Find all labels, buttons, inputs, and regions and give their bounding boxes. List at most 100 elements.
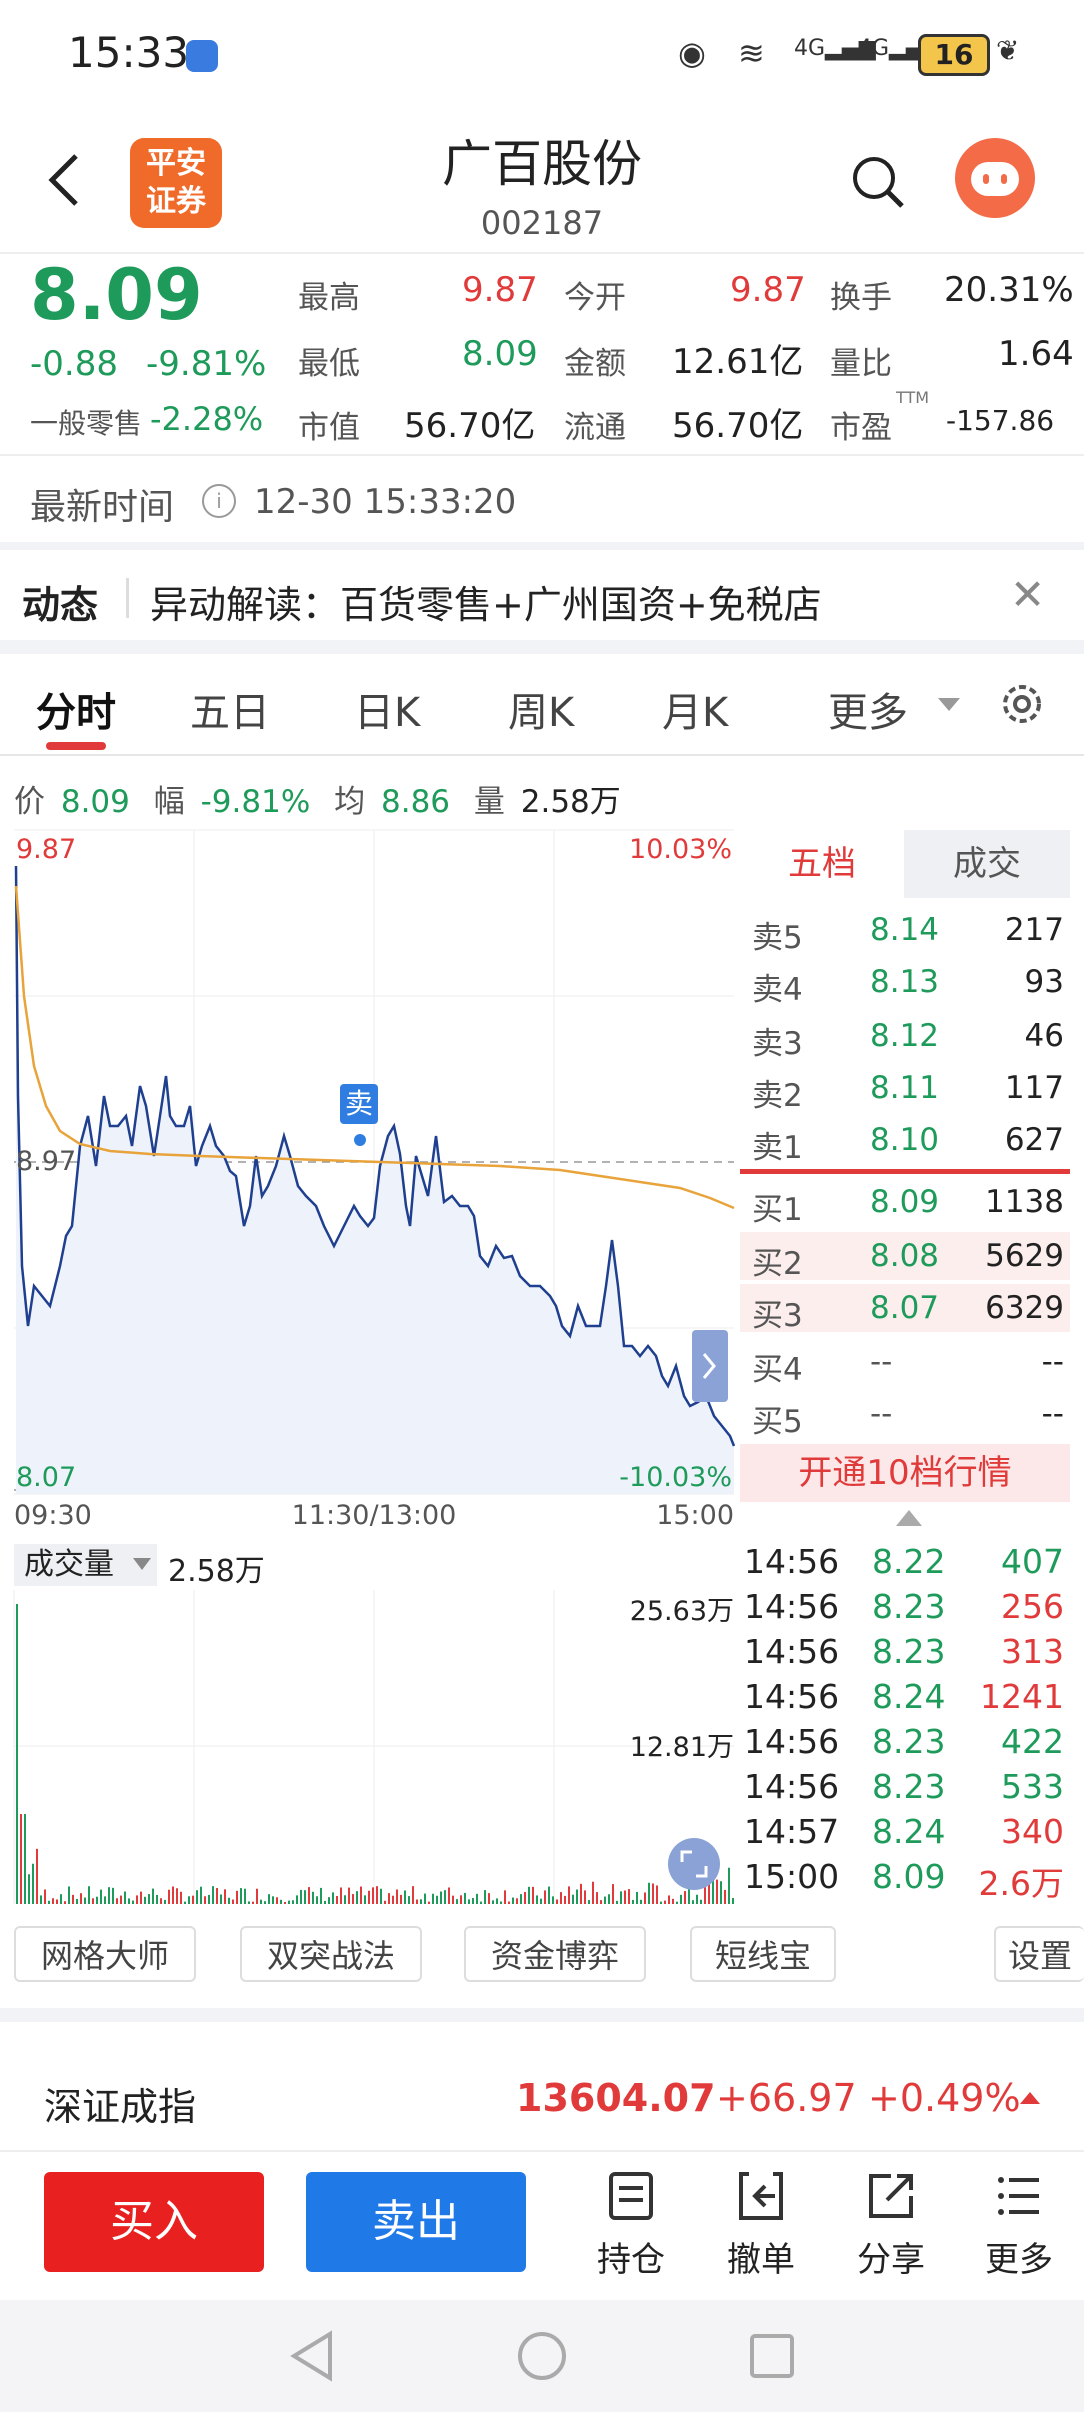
tab-monthly-k[interactable]: 月K: [662, 680, 728, 738]
volume-bar: [600, 1900, 602, 1904]
volume-bar: [536, 1895, 538, 1904]
bid-level-label: 买4: [752, 1352, 803, 1388]
assistant-avatar-icon[interactable]: [955, 138, 1035, 218]
ask-row[interactable]: 卖1 8.10 627: [740, 1116, 1070, 1166]
tick-price: 8.23: [872, 1587, 946, 1626]
turnover-label: 换手: [830, 280, 892, 316]
chevron-up-icon[interactable]: [896, 1510, 922, 1526]
strategy-settings-button[interactable]: 设置: [994, 1926, 1084, 1982]
volume-bar: [364, 1895, 366, 1904]
volume-bar: [680, 1894, 682, 1904]
ask-volume: 93: [1024, 964, 1064, 1000]
buy-button[interactable]: 买入: [44, 2172, 264, 2272]
volume-bar: [344, 1895, 346, 1904]
positions-button[interactable]: 持仓: [576, 2170, 686, 2281]
cancel-order-button[interactable]: 撤单: [706, 2170, 816, 2281]
tab-daily-k[interactable]: 日K: [354, 680, 420, 738]
volume-indicator-select[interactable]: 成交量: [14, 1544, 157, 1586]
ask-price: 8.10: [870, 1122, 940, 1158]
volume-bar: [52, 1898, 54, 1904]
double-breakout-button[interactable]: 双突战法: [240, 1926, 422, 1982]
volume-bar: [392, 1895, 394, 1904]
volume-bar: [440, 1891, 442, 1904]
bid-row[interactable]: 买5 -- --: [740, 1390, 1070, 1440]
sell-button[interactable]: 卖出: [306, 2172, 526, 2272]
more-button[interactable]: 更多: [964, 2170, 1074, 2281]
float-value: 56.70亿: [672, 406, 804, 446]
volume-bar: [632, 1899, 634, 1904]
tab-five-levels[interactable]: 五档: [740, 830, 904, 898]
intraday-price-chart[interactable]: 卖 9.87 10.03% 8.97 8.07 -10.03% 09:30 11…: [0, 826, 740, 1526]
volume-bar: [592, 1881, 594, 1904]
ask-row[interactable]: 卖3 8.12 46: [740, 1012, 1070, 1062]
bid-row[interactable]: 买4 -- --: [740, 1338, 1070, 1388]
tick-price: 8.24: [872, 1677, 946, 1716]
battery-icon: 16: [918, 34, 990, 76]
back-icon[interactable]: [44, 150, 84, 210]
tab-weekly-k[interactable]: 周K: [508, 680, 574, 738]
tick-volume: 422: [1001, 1722, 1064, 1761]
tick-volume: 407: [1001, 1542, 1064, 1581]
volume-bar: [136, 1895, 138, 1904]
volume-bar: [224, 1889, 226, 1904]
tick-price: 8.22: [872, 1542, 946, 1581]
ask-level-label: 卖3: [752, 1026, 803, 1062]
tab-more[interactable]: 更多: [828, 680, 908, 738]
order-book-tabs: 五档 成交: [740, 830, 1070, 898]
info-icon[interactable]: i: [202, 484, 236, 518]
ask-row[interactable]: 卖2 8.11 117: [740, 1064, 1070, 1114]
open-10-level-button[interactable]: 开通10档行情: [740, 1444, 1070, 1502]
grid-master-button[interactable]: 网格大师: [14, 1926, 196, 1982]
nav-recents-icon[interactable]: [748, 2332, 796, 2380]
bid-level-label: 买3: [752, 1298, 803, 1334]
section-separator: [0, 640, 1084, 654]
tick-time: 14:56: [744, 1677, 840, 1716]
volume-bar: [216, 1888, 218, 1904]
volume-bar: [104, 1896, 106, 1904]
share-button[interactable]: 分享: [836, 2170, 946, 2281]
short-term-button[interactable]: 短线宝: [690, 1926, 836, 1982]
volume-bar: [88, 1886, 90, 1904]
fullscreen-icon[interactable]: [668, 1838, 720, 1890]
tab-five-day[interactable]: 五日: [190, 680, 270, 738]
nav-home-icon[interactable]: [516, 2330, 568, 2382]
volume-bar: [24, 1814, 26, 1904]
bid-price: --: [870, 1344, 893, 1380]
news-headline[interactable]: 异动解读：百货零售+广州国资+免税店: [150, 574, 822, 629]
tick-volume: 313: [1001, 1632, 1064, 1671]
open-value: 9.87: [730, 270, 806, 310]
volume-bar: [220, 1894, 222, 1904]
settings-gear-icon[interactable]: [998, 680, 1046, 728]
tick-time: 14:57: [744, 1812, 840, 1851]
info-avg-label: 均: [334, 784, 366, 820]
volume-bar: [472, 1897, 474, 1904]
ask-row[interactable]: 卖5 8.14 217: [740, 906, 1070, 956]
bid-price: 8.08: [870, 1238, 940, 1274]
broker-logo[interactable]: 平安证券: [130, 138, 222, 228]
volume-bar: [68, 1886, 70, 1904]
volume-bar: [396, 1889, 398, 1904]
info-price-label: 价: [14, 784, 45, 820]
close-icon[interactable]: ✕: [1010, 570, 1045, 619]
volume-bar: [520, 1894, 522, 1904]
collapse-panel-handle[interactable]: [692, 1330, 728, 1402]
bid-row[interactable]: 买2 8.08 5629: [740, 1232, 1070, 1282]
volume-bar: [616, 1900, 618, 1904]
tab-intraday[interactable]: 分时: [36, 680, 116, 738]
bid-price: 8.07: [870, 1290, 940, 1326]
bid-row[interactable]: 买3 8.07 6329: [740, 1284, 1070, 1334]
volume-bar: [508, 1901, 510, 1904]
volume-bar: [176, 1888, 178, 1904]
capital-game-button[interactable]: 资金博弈: [464, 1926, 646, 1982]
bid-row[interactable]: 买1 8.09 1138: [740, 1178, 1070, 1228]
search-icon[interactable]: [848, 152, 908, 212]
low-label: 最低: [298, 346, 360, 382]
ask-row[interactable]: 卖4 8.13 93: [740, 958, 1070, 1008]
volume-chart[interactable]: 25.63万 12.81万: [0, 1588, 740, 1906]
nav-back-icon[interactable]: [288, 2330, 336, 2382]
volume-bar: [660, 1901, 662, 1904]
trade-tick-row: 14:56 8.23 313: [740, 1632, 1070, 1676]
tab-trades[interactable]: 成交: [904, 830, 1070, 898]
volume-bar: [184, 1901, 186, 1904]
volume-bar: [620, 1891, 622, 1904]
